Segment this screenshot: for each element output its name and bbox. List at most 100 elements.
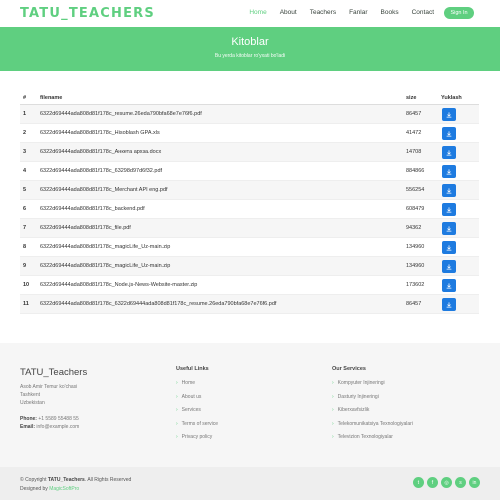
- download-icon: [446, 244, 452, 250]
- download-button[interactable]: [442, 222, 456, 235]
- row-size: 134960: [406, 244, 425, 250]
- row-filename: 6322d69444ada808d81f178c_Merchant API en…: [40, 187, 168, 193]
- address-line: Uzbekistan: [20, 400, 45, 406]
- our-services-title: Our Services: [332, 366, 366, 372]
- download-button[interactable]: [442, 279, 456, 292]
- skype-icon[interactable]: s: [455, 477, 466, 488]
- linkedin-icon[interactable]: in: [469, 477, 480, 488]
- download-button[interactable]: [442, 184, 456, 197]
- row-filename: 6322d69444ada808d81f178c_Hisoblash GPA.x…: [40, 130, 160, 136]
- row-number: 1: [23, 111, 27, 117]
- table-row: 7 6322d69444ada808d81f178c_file.pdf 94362: [20, 219, 479, 238]
- copyright-prefix: © Copyright: [20, 477, 48, 483]
- footer-brand: TATU_Teachers: [20, 367, 88, 378]
- row-size: 884866: [406, 168, 425, 174]
- download-icon: [446, 130, 452, 136]
- phone-value: +1 5589 55488 55: [38, 416, 79, 422]
- header-size: size: [406, 95, 417, 101]
- site-logo[interactable]: TATU_TEACHERS: [20, 6, 155, 21]
- row-size: 86457: [406, 111, 422, 117]
- address-line: Tashkent: [20, 392, 41, 398]
- row-size: 14708: [406, 149, 422, 155]
- row-filename: 6322d69444ada808d81f178c_file.pdf: [40, 225, 131, 231]
- row-size: 134960: [406, 263, 425, 269]
- nav-fanlar[interactable]: Fanlar: [349, 9, 367, 16]
- useful-link[interactable]: › About us: [176, 394, 218, 408]
- useful-link[interactable]: › Services: [176, 407, 218, 421]
- copyright-suffix: . All Rights Reserved: [84, 477, 132, 483]
- chevron-right-icon: ›: [176, 393, 178, 400]
- row-size: 556254: [406, 187, 425, 193]
- download-icon: [446, 111, 452, 117]
- row-number: 5: [23, 187, 27, 193]
- chevron-right-icon: ›: [332, 420, 334, 427]
- facebook-icon[interactable]: f: [427, 477, 438, 488]
- footer-link-label: Televizion Texnologiyalar: [337, 434, 393, 440]
- row-filename: 6322d69444ada808d81f178c_Node.js-News-We…: [40, 282, 198, 288]
- table-row: 6 6322d69444ada808d81f178c_backend.pdf 608…: [20, 200, 479, 219]
- designed-by-link[interactable]: MagicSoftPro: [49, 486, 79, 492]
- copyright: © Copyright TATU_Teachers. All Rights Re…: [20, 476, 131, 494]
- useful-link[interactable]: › Terms of service: [176, 421, 218, 435]
- download-icon: [446, 149, 452, 155]
- useful-links-list: › Home › About us › Services › Terms of service…: [176, 380, 218, 448]
- row-number: 10: [23, 282, 30, 288]
- download-button[interactable]: [442, 108, 456, 121]
- row-number: 8: [23, 244, 27, 250]
- row-size: 608479: [406, 206, 425, 212]
- download-button[interactable]: [442, 165, 456, 178]
- useful-link[interactable]: › Home: [176, 380, 218, 394]
- row-size: 41472: [406, 130, 422, 136]
- table-header: # filename size Yuklash: [20, 93, 479, 105]
- twitter-icon[interactable]: t: [413, 477, 424, 488]
- nav-home[interactable]: Home: [249, 9, 266, 16]
- copyright-brand: TATU_Teachers: [47, 477, 85, 483]
- footer-link-label: Telekomunikatsiya Texnologiyalari: [337, 420, 413, 427]
- useful-link[interactable]: › Privacy policy: [176, 434, 218, 448]
- service-link[interactable]: › Kompyuter Injineringi: [332, 380, 413, 394]
- row-number: 3: [23, 149, 27, 155]
- services-list: › Kompyuter Injineringi › Dasturiy Injineri…: [332, 380, 413, 448]
- email-label: Email:: [20, 424, 36, 430]
- download-button[interactable]: [442, 146, 456, 159]
- footer-link-label: Terms of service: [181, 420, 219, 427]
- instagram-icon[interactable]: ◎: [441, 477, 452, 488]
- bottom-bar: © Copyright TATU_Teachers. All Rights Re…: [0, 467, 500, 500]
- nav-teachers[interactable]: Teachers: [310, 9, 336, 16]
- row-size: 173602: [406, 282, 425, 288]
- table-row: 1 6322d69444ada808d81f178c_resume.26eda79…: [20, 105, 479, 124]
- nav-about[interactable]: About: [280, 9, 297, 16]
- row-filename: 6322d69444ada808d81f178c_magicLife_Uz-ma…: [40, 263, 171, 269]
- service-link[interactable]: › Kiberxavfsizlik: [332, 407, 413, 421]
- footer-link-label: Services: [181, 407, 201, 413]
- table-row: 11 6322d69444ada808d81f178c_6322d69444ada…: [20, 295, 479, 314]
- sign-in-button[interactable]: Sign In: [444, 7, 474, 19]
- useful-links-title: Useful Links: [176, 366, 209, 372]
- chevron-right-icon: ›: [176, 380, 178, 386]
- footer: TATU_Teachers Asob Amir Temur ko'chasi T…: [0, 343, 500, 467]
- nav-contact[interactable]: Contact: [412, 9, 434, 16]
- footer-address: Asob Amir Temur ko'chasi Tashkent Uzbeki…: [20, 383, 77, 407]
- download-button[interactable]: [442, 260, 456, 273]
- row-size: 86457: [406, 301, 422, 307]
- designed-by-prefix: Designed by: [20, 486, 50, 492]
- download-button[interactable]: [442, 127, 456, 140]
- download-button[interactable]: [442, 203, 456, 216]
- service-link[interactable]: › Televizion Texnologiyalar: [332, 434, 413, 448]
- download-button[interactable]: [442, 241, 456, 254]
- books-table: # filename size Yuklash 1 6322d69444ada80…: [20, 93, 479, 314]
- email-value: info@example.com: [36, 424, 80, 430]
- row-filename: 6322d69444ada808d81f178c_6322d69444ada80…: [40, 301, 277, 307]
- footer-contact: Phone: +1 5589 55488 55 Email: info@exam…: [20, 415, 79, 431]
- footer-link-label: Dasturiy Injineringi: [337, 393, 379, 400]
- service-link[interactable]: › Dasturiy Injineringi: [332, 394, 413, 408]
- nav-books[interactable]: Books: [381, 9, 399, 16]
- chevron-right-icon: ›: [332, 434, 334, 440]
- row-number: 11: [23, 301, 29, 307]
- download-button[interactable]: [442, 298, 456, 311]
- header: TATU_TEACHERS Home About Teachers Fanlar…: [0, 0, 500, 27]
- chevron-right-icon: ›: [176, 420, 178, 427]
- table-row: 3 6322d69444ada808d81f178c_Анкета архза.d…: [20, 143, 479, 162]
- service-link[interactable]: › Telekomunikatsiya Texnologiyalari: [332, 421, 413, 435]
- page-title: Kitoblar: [231, 36, 269, 48]
